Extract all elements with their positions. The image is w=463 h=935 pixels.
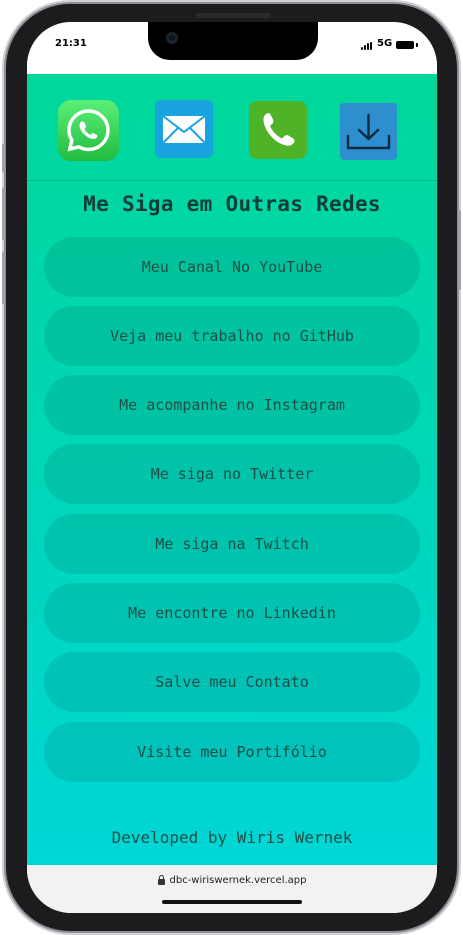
twitch-link-button[interactable]: Me siga na Twitch (44, 514, 420, 574)
status-bar: 21:31 5G (27, 22, 437, 74)
mail-icon[interactable] (155, 100, 213, 158)
speaker-grille (196, 13, 271, 18)
network-label: 5G (377, 38, 393, 49)
youtube-link-button[interactable]: Meu Canal No YouTube (44, 237, 420, 297)
footer-credit: Developed by Wiris Wernek (111, 828, 353, 847)
page-heading: Me Siga em Outras Redes (83, 192, 381, 216)
power-button (458, 210, 461, 290)
portfolio-link-button[interactable]: Visite meu Portifólio (44, 722, 420, 782)
status-time: 21:31 (55, 38, 87, 49)
download-icon[interactable] (340, 103, 397, 160)
volume-up-button (2, 188, 5, 240)
volume-down-button (2, 252, 5, 304)
battery-tip (416, 43, 418, 47)
battery-icon (396, 41, 414, 49)
instagram-link-button[interactable]: Me acompanhe no Instagram (44, 375, 420, 435)
url-text: dbc-wiriswernek.vercel.app (169, 875, 307, 886)
app-content: Me Siga em Outras Redes Meu Canal No You… (27, 74, 437, 865)
mute-switch (2, 144, 5, 172)
linkedin-link-button[interactable]: Me encontre no Linkedin (44, 583, 420, 643)
home-indicator[interactable] (162, 900, 302, 904)
dynamic-notch (148, 22, 318, 60)
front-camera-icon (166, 32, 178, 44)
whatsapp-icon[interactable] (58, 100, 119, 161)
phone-icon[interactable] (249, 101, 307, 159)
phone-screen: 21:31 5G Me Siga em Outras Redes Meu Can… (27, 22, 437, 913)
lock-icon (157, 875, 165, 885)
browser-address-bar[interactable]: dbc-wiriswernek.vercel.app (27, 865, 437, 913)
contact-icon-row (27, 74, 437, 181)
github-link-button[interactable]: Veja meu trabalho no GitHub (44, 306, 420, 366)
save-contact-button[interactable]: Salve meu Contato (44, 652, 420, 712)
twitter-link-button[interactable]: Me siga no Twitter (44, 444, 420, 504)
url-display[interactable]: dbc-wiriswernek.vercel.app (27, 875, 437, 886)
cellular-signal-icon (361, 42, 373, 50)
